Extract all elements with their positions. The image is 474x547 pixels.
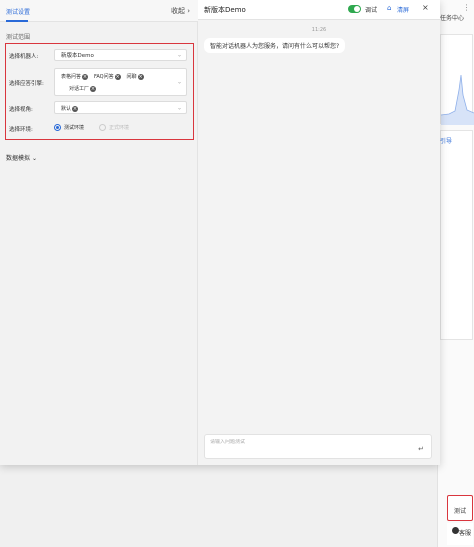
role-chip: 默认 ×: [61, 105, 79, 112]
env-radio-group: 测试环境 正式环境: [54, 124, 141, 131]
test-settings-panel: 测试设置 收起 › 测试范围 选择机器人: 新版本Demo ⌄ 选择应答引擎: …: [0, 0, 198, 465]
chevron-down-icon: ⌄: [176, 104, 182, 111]
message-time: 11:26: [311, 27, 327, 33]
engine-select[interactable]: 表格问答 × FAQ问答 × 闲聊 × 对话工厂 × ⌄: [54, 68, 187, 96]
role-label: 选择视角:: [9, 107, 33, 113]
clear-screen-button[interactable]: 清屏: [397, 5, 409, 14]
tab-underline: [6, 20, 28, 22]
radio-test-env-label[interactable]: 测试环境: [64, 124, 84, 131]
background-card: [440, 130, 473, 340]
engine-chip-label: FAQ问答: [93, 74, 114, 80]
tab-test-settings[interactable]: 测试设置: [6, 7, 30, 16]
engine-chip: FAQ问答 ×: [94, 73, 121, 80]
chat-header: 新版本Demo 调试 ⌂ 清屏 ×: [198, 0, 440, 20]
collapse-label: 收起: [170, 7, 185, 15]
collapse-button[interactable]: 收起 ›: [171, 6, 190, 16]
test-float-button[interactable]: 测试: [447, 495, 473, 521]
radio-test-env[interactable]: [54, 124, 61, 131]
remove-chip-icon[interactable]: ×: [72, 105, 79, 112]
role-select[interactable]: 默认 × ⌄: [54, 101, 187, 114]
chevron-down-icon: ⌄: [31, 155, 37, 162]
robot-select[interactable]: 新版本Demo ⌄: [54, 49, 187, 61]
engine-chip: 对话工厂 ×: [69, 85, 97, 92]
test-drawer: 测试设置 收起 › 测试范围 选择机器人: 新版本Demo ⌄ 选择应答引擎: …: [0, 0, 440, 465]
robot-label: 选择机器人:: [9, 54, 39, 60]
test-float-label: 测试: [453, 508, 466, 515]
radio-prod-env-label[interactable]: 正式环境: [109, 124, 129, 131]
settings-header: 测试设置 收起 ›: [0, 0, 198, 22]
engine-chip-label: 闲聊: [126, 74, 137, 80]
area-chart-icon: [441, 74, 474, 125]
data-simulation-toggle[interactable]: 数据模拟 ⌄: [6, 153, 37, 162]
chevron-right-icon: ›: [187, 7, 190, 15]
service-float-label: 客服: [459, 530, 472, 537]
remove-chip-icon[interactable]: ×: [114, 73, 121, 80]
remove-chip-icon[interactable]: ×: [82, 73, 89, 80]
chat-input-box: ↵: [204, 434, 432, 459]
radio-prod-env[interactable]: [99, 124, 107, 131]
debug-label: 调试: [365, 7, 378, 14]
engine-chip: 表格问答 ×: [61, 73, 89, 80]
chat-title: 新版本Demo: [204, 6, 246, 14]
remove-chip-icon[interactable]: ×: [137, 73, 144, 80]
task-center-link[interactable]: 任务中心: [440, 13, 464, 22]
robot-select-value: 新版本Demo: [61, 53, 94, 59]
test-scope-form: 选择机器人: 新版本Demo ⌄ 选择应答引擎: 表格问答 × FAQ问答 × 闲聊…: [5, 43, 194, 140]
engine-chip: 闲聊 ×: [127, 73, 144, 80]
data-simulation-label: 数据模拟: [6, 155, 31, 162]
engine-chip-label: 对话工厂: [69, 86, 90, 92]
chevron-down-icon: ⌄: [176, 51, 182, 59]
background-chart-card: [440, 34, 474, 125]
close-icon[interactable]: ×: [422, 3, 429, 12]
env-label: 选择环境:: [9, 127, 33, 133]
headset-icon: [452, 527, 459, 534]
radio-dot: [56, 126, 59, 129]
broom-icon[interactable]: ⌂: [387, 4, 391, 12]
section-title: 测试范围: [6, 34, 31, 41]
toggle-knob: [354, 6, 360, 12]
engine-chip-label: 表格问答: [61, 74, 82, 80]
enter-icon[interactable]: ↵: [418, 445, 424, 453]
service-float-button[interactable]: 客服: [447, 523, 473, 545]
debug-toggle[interactable]: [348, 5, 361, 13]
remove-chip-icon[interactable]: ×: [90, 85, 97, 92]
guide-link[interactable]: 引导: [440, 136, 452, 145]
bot-message: 智能对话机器人为您服务，请问有什么可以帮您?: [204, 38, 346, 53]
engine-label: 选择应答引擎:: [9, 81, 44, 87]
chevron-down-icon: ⌄: [176, 78, 182, 86]
role-chip-label: 默认: [61, 106, 72, 112]
chat-input[interactable]: [210, 439, 410, 445]
more-icon[interactable]: ⋮: [461, 2, 472, 13]
chat-panel: 新版本Demo 调试 ⌂ 清屏 × 11:26 智能对话机器人为您服务，请问有什…: [198, 0, 440, 465]
